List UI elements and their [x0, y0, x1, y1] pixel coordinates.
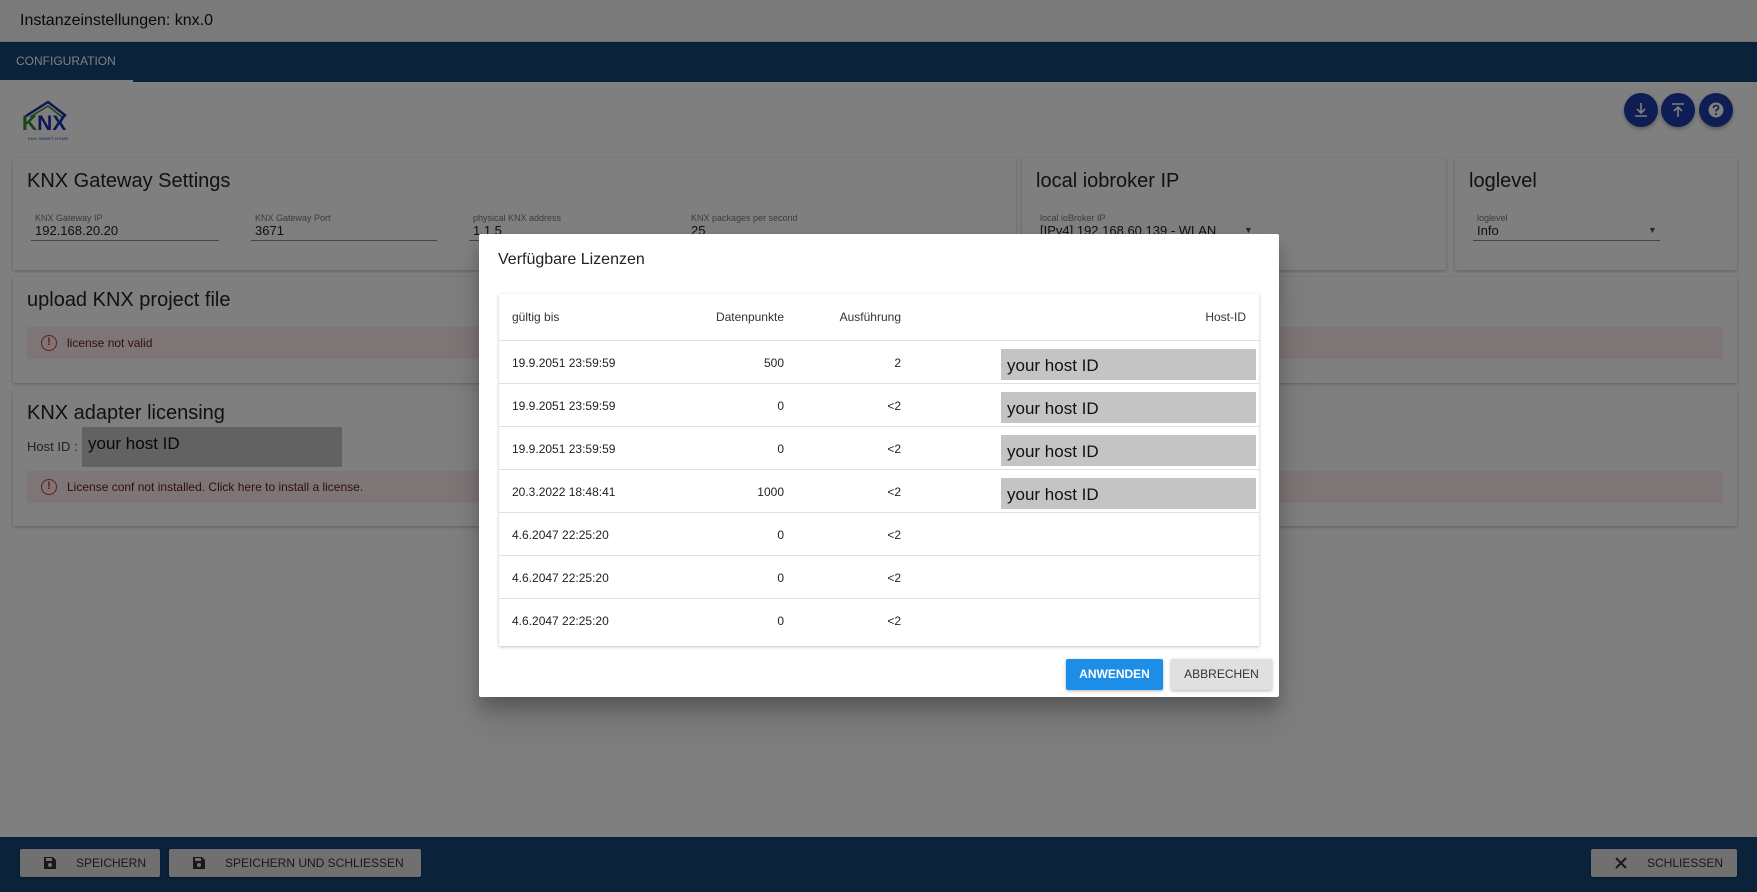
cell-datapoints: 0	[777, 571, 784, 585]
cell-valid-until: 19.9.2051 23:59:59	[512, 356, 616, 370]
cell-execution: <2	[887, 528, 901, 542]
table-row[interactable]: 19.9.2051 23:59:59 0 <2 your host ID	[499, 384, 1259, 427]
table-row[interactable]: 20.3.2022 18:48:41 1000 <2 your host ID	[499, 470, 1259, 513]
cell-execution: <2	[887, 399, 901, 413]
cell-valid-until: 20.3.2022 18:48:41	[512, 485, 616, 499]
table-row[interactable]: 4.6.2047 22:25:20 0 <2	[499, 556, 1259, 599]
cell-datapoints: 0	[777, 399, 784, 413]
cell-valid-until: 4.6.2047 22:25:20	[512, 571, 609, 585]
column-execution: Ausführung	[839, 310, 901, 324]
column-valid-until: gültig bis	[512, 310, 560, 324]
cell-execution: <2	[887, 442, 901, 456]
cell-host-id: your host ID	[1001, 435, 1256, 466]
cell-execution: <2	[887, 614, 901, 628]
cancel-button[interactable]: ABBRECHEN	[1171, 659, 1272, 690]
licenses-table: gültig bis Datenpunkte Ausführung Host-I…	[499, 294, 1259, 646]
dialog-title: Verfügbare Lizenzen	[498, 251, 645, 268]
cell-execution: <2	[887, 485, 901, 499]
cell-valid-until: 4.6.2047 22:25:20	[512, 528, 609, 542]
cell-host-id: your host ID	[1001, 392, 1256, 423]
table-row[interactable]: 4.6.2047 22:25:20 0 <2	[499, 513, 1259, 556]
cell-valid-until: 4.6.2047 22:25:20	[512, 614, 609, 628]
cell-datapoints: 0	[777, 528, 784, 542]
cell-datapoints: 0	[777, 442, 784, 456]
apply-button[interactable]: ANWENDEN	[1066, 659, 1163, 690]
cell-host-id: your host ID	[1001, 478, 1256, 509]
table-row[interactable]: 19.9.2051 23:59:59 500 2 your host ID	[499, 341, 1259, 384]
table-row[interactable]: 19.9.2051 23:59:59 0 <2 your host ID	[499, 427, 1259, 470]
licenses-dialog: Verfügbare Lizenzen gültig bis Datenpunk…	[479, 234, 1279, 697]
cell-host-id: your host ID	[1001, 349, 1256, 380]
cell-execution: 2	[894, 356, 901, 370]
cell-valid-until: 19.9.2051 23:59:59	[512, 399, 616, 413]
cell-execution: <2	[887, 571, 901, 585]
cell-datapoints: 500	[763, 356, 784, 370]
cell-valid-until: 19.9.2051 23:59:59	[512, 442, 616, 456]
table-row[interactable]: 4.6.2047 22:25:20 0 <2	[499, 599, 1259, 642]
cell-datapoints: 0	[777, 614, 784, 628]
cell-datapoints: 1000	[757, 485, 784, 499]
column-datapoints: Datenpunkte	[715, 310, 784, 324]
column-host-id: Host-ID	[1205, 310, 1246, 324]
table-header: gültig bis Datenpunkte Ausführung Host-I…	[499, 294, 1259, 341]
